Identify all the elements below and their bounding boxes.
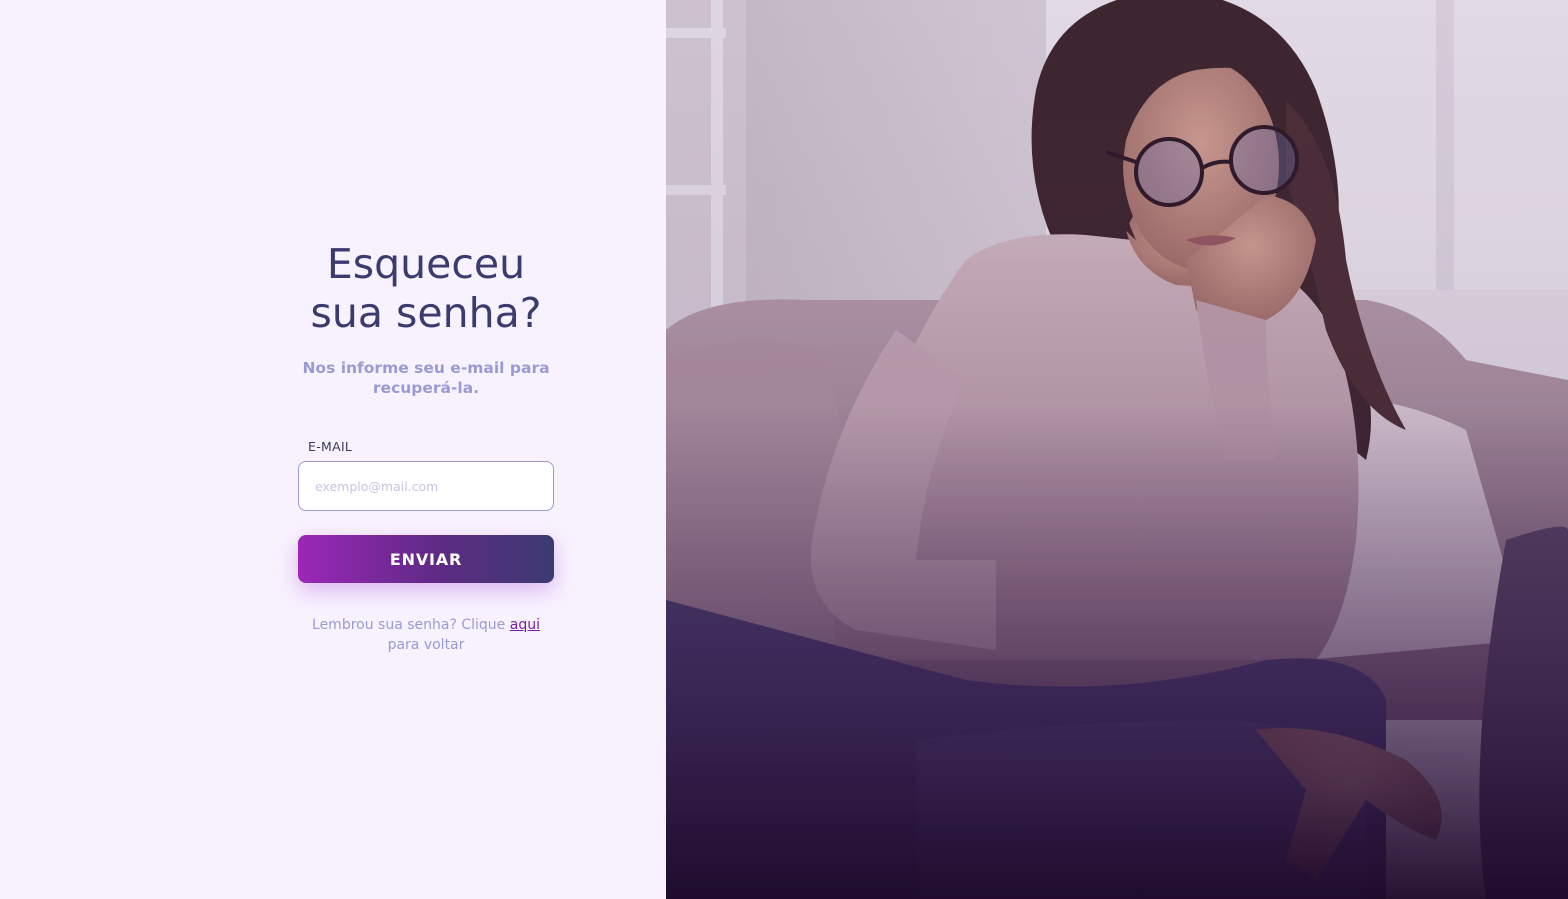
email-field[interactable] <box>298 461 554 511</box>
back-text-suffix: para voltar <box>387 637 465 653</box>
email-label: E-MAIL <box>308 439 353 454</box>
subtitle-line-1: Nos informe seu e-mail para <box>302 359 550 377</box>
left-panel: Esqueceu sua senha? Nos informe seu e-ma… <box>0 0 666 899</box>
send-button[interactable]: ENVIAR <box>298 535 554 583</box>
page-subtitle: Nos informe seu e-mail para recuperá-la. <box>298 358 554 398</box>
hero-illustration <box>666 0 1568 899</box>
title-line-2: sua senha? <box>310 289 542 337</box>
recover-password-form: Esqueceu sua senha? Nos informe seu e-ma… <box>298 240 554 655</box>
back-to-login-link[interactable]: aqui <box>510 617 540 633</box>
title-line-1: Esqueceu <box>326 240 526 288</box>
page-title: Esqueceu sua senha? <box>278 240 574 338</box>
back-to-login-text: Lembrou sua senha? Clique aqui para volt… <box>298 615 554 655</box>
back-text-prefix: Lembrou sua senha? Clique <box>312 617 506 633</box>
hero-image <box>666 0 1568 899</box>
subtitle-line-2: recuperá-la. <box>372 379 480 397</box>
